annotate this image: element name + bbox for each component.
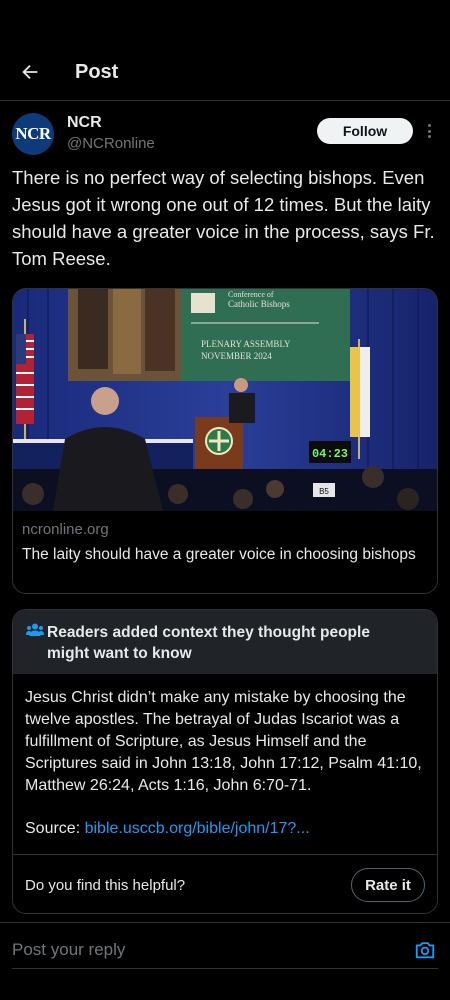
avatar[interactable]: NCR — [12, 113, 54, 155]
rate-it-button[interactable]: Rate it — [351, 868, 425, 902]
camera-icon[interactable] — [414, 939, 436, 961]
avatar-logo-text: NCR — [15, 124, 51, 143]
community-note-body: Jesus Christ didn’t make any mistake by … — [25, 689, 422, 794]
more-dots-icon — [427, 124, 431, 127]
post-author: NCR NCR @NCRonline Follow — [12, 112, 438, 162]
screen-text-date: NOVEMBER 2024 — [201, 351, 272, 361]
source-label: Source: — [25, 820, 85, 837]
source-link[interactable]: bible.usccb.org/bible/john/17?... — [85, 820, 310, 837]
more-options-button[interactable] — [420, 118, 438, 144]
card-domain: ncronline.org — [22, 521, 109, 538]
table-number: B5 — [319, 487, 329, 496]
follow-button[interactable]: Follow — [317, 118, 413, 144]
author-name[interactable]: NCR — [67, 114, 102, 132]
people-icon — [26, 623, 44, 636]
card-title: The laity should have a greater voice in… — [22, 546, 416, 563]
timer-display: 04:23 — [312, 447, 348, 461]
divider — [13, 854, 437, 855]
screen-text-conference: Conference of — [228, 290, 274, 299]
screen-text-assembly: PLENARY ASSEMBLY — [201, 339, 291, 349]
post-text: There is no perfect way of selecting bis… — [12, 167, 435, 269]
top-bar: Post — [0, 0, 450, 101]
arrow-left-icon — [22, 64, 38, 80]
conference-photo: Conference of Catholic Bishops PLENARY A… — [13, 289, 437, 511]
reply-input[interactable]: Post your reply — [12, 940, 125, 960]
community-note-heading: Readers added context they thought peopl… — [47, 624, 370, 662]
community-note-header: Readers added context they thought peopl… — [13, 610, 437, 674]
link-card[interactable]: Conference of Catholic Bishops PLENARY A… — [12, 288, 438, 594]
screen-text-bishops: Catholic Bishops — [228, 299, 290, 309]
community-note-source: Source: bible.usccb.org/bible/john/17?..… — [25, 820, 310, 838]
reply-underline — [12, 968, 438, 969]
card-image: Conference of Catholic Bishops PLENARY A… — [13, 289, 437, 511]
reply-bar: Post your reply — [0, 922, 450, 1000]
back-button[interactable] — [14, 56, 46, 88]
community-note: Readers added context they thought peopl… — [12, 609, 438, 914]
author-handle[interactable]: @NCRonline — [67, 135, 155, 152]
page-title: Post — [75, 61, 119, 83]
helpful-question: Do you find this helpful? — [25, 877, 186, 894]
